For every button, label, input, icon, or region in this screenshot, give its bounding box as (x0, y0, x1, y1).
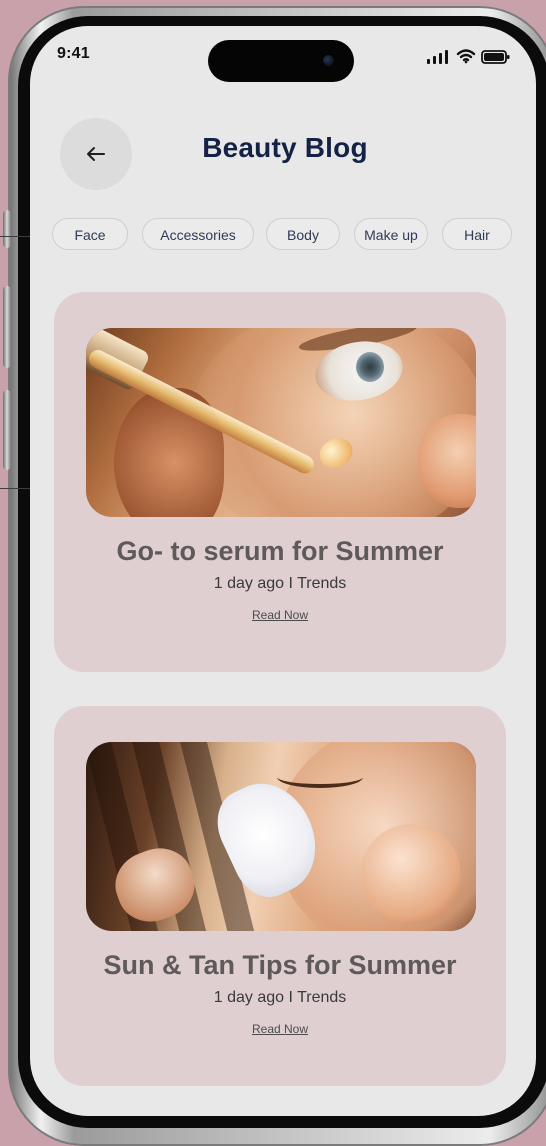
front-camera-icon (323, 55, 334, 66)
category-face[interactable]: Face (52, 218, 128, 250)
page-title: Beauty Blog (202, 132, 368, 163)
category-body[interactable]: Body (266, 218, 340, 250)
signal-icon (427, 50, 448, 64)
status-time: 9:41 (57, 45, 90, 62)
status-bar: 9:41 (30, 40, 536, 82)
category-hair[interactable]: Hair (442, 218, 512, 250)
arrow-left-icon (87, 147, 105, 161)
nose-shape (361, 824, 461, 924)
phone-screen: 9:41 Beauty Blog Face Accessories Body M… (30, 26, 536, 1116)
closed-eye-shape (277, 766, 363, 788)
battery-icon (481, 50, 510, 64)
back-button[interactable] (60, 118, 132, 190)
category-make-up[interactable]: Make up (354, 218, 428, 250)
header: Beauty Blog (30, 114, 536, 194)
serum-article-image (86, 328, 476, 517)
dynamic-island (208, 40, 354, 82)
blog-card[interactable]: Sun & Tan Tips for Summer 1 day ago I Tr… (54, 706, 506, 1086)
read-now-link[interactable]: Read Now (230, 1022, 330, 1036)
card-title: Go- to serum for Summer (116, 536, 444, 566)
side-button-bottom (3, 390, 11, 470)
iris-shape (356, 352, 384, 382)
category-tabs: Face Accessories Body Make up Hair (52, 218, 516, 252)
status-icons (426, 48, 514, 66)
sun-article-image (86, 742, 476, 931)
side-button-top (3, 210, 11, 248)
card-title: Sun & Tan Tips for Summer (103, 950, 457, 980)
side-button-middle (3, 286, 11, 368)
card-meta: 1 day ago I Trends (213, 575, 347, 592)
blog-card[interactable]: Go- to serum for Summer 1 day ago I Tren… (54, 292, 506, 672)
wifi-icon (456, 49, 476, 64)
category-accessories[interactable]: Accessories (142, 218, 254, 250)
read-now-link[interactable]: Read Now (230, 608, 330, 622)
card-meta: 1 day ago I Trends (213, 989, 347, 1006)
